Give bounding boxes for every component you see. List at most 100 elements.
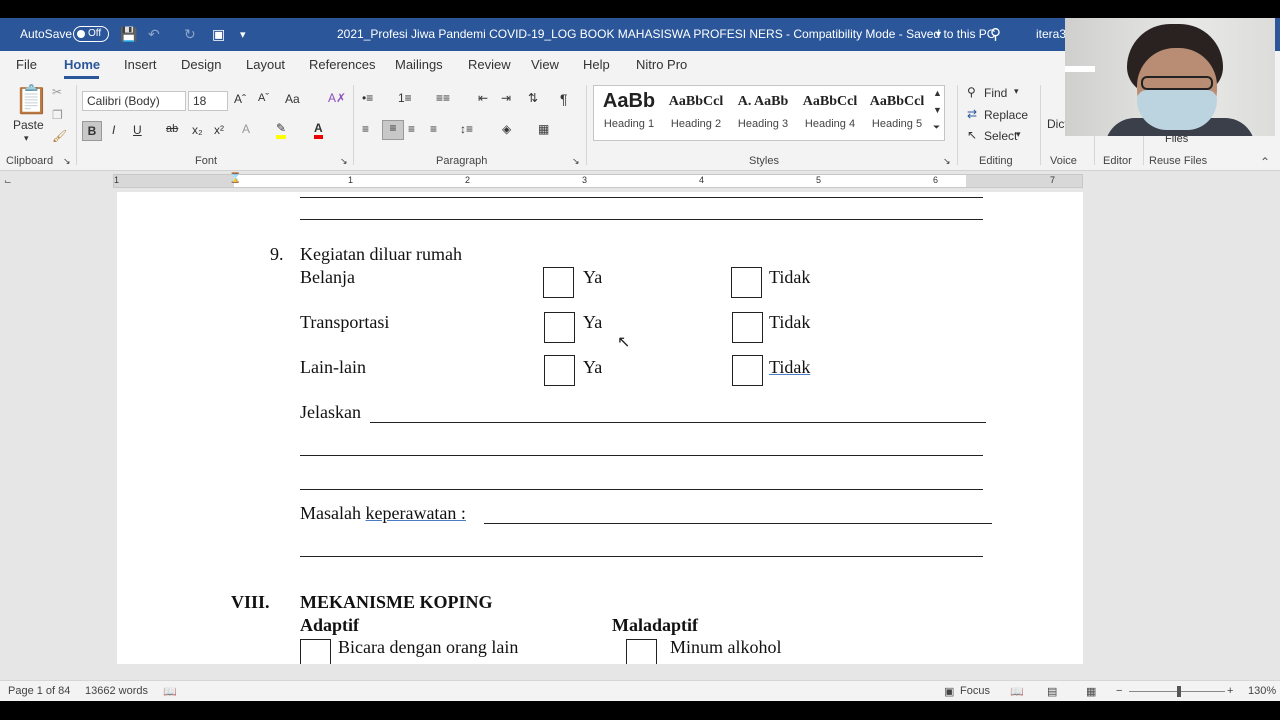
- borders-icon[interactable]: ▦: [538, 122, 549, 136]
- shrink-font-icon[interactable]: Aˇ: [258, 92, 269, 104]
- paste-icon[interactable]: 📋: [14, 83, 49, 116]
- focus-button[interactable]: Focus: [960, 685, 990, 697]
- read-mode-icon[interactable]: 📖: [1010, 685, 1024, 698]
- justify-icon[interactable]: ≡: [430, 122, 437, 136]
- select-chevron-icon[interactable]: ▾: [1016, 129, 1021, 140]
- user-name[interactable]: itera3: [1036, 27, 1066, 41]
- cut-icon[interactable]: ✂: [52, 85, 62, 99]
- find-icon[interactable]: ⚲: [967, 85, 976, 99]
- focus-icon[interactable]: ▣: [944, 685, 954, 698]
- tab-file[interactable]: File: [16, 57, 37, 72]
- tab-insert[interactable]: Insert: [124, 57, 157, 72]
- tab-help[interactable]: Help: [583, 57, 610, 72]
- font-name-select[interactable]: Calibri (Body): [82, 91, 186, 111]
- shading-icon[interactable]: ◈: [502, 122, 511, 136]
- find-button[interactable]: Find: [984, 86, 1007, 100]
- grow-font-icon[interactable]: Aˆ: [234, 92, 246, 106]
- change-case-button[interactable]: Aa: [285, 92, 300, 106]
- document-page[interactable]: 9. Kegiatan diluar rumah Belanja Ya Tida…: [117, 192, 1083, 664]
- select-icon[interactable]: ↖: [967, 128, 977, 142]
- customize-qat-icon[interactable]: ▾: [240, 28, 246, 41]
- page-count[interactable]: Page 1 of 84: [8, 685, 70, 697]
- font-size-select[interactable]: 18: [188, 91, 228, 111]
- tab-layout[interactable]: Layout: [246, 57, 285, 72]
- align-left-icon[interactable]: ≡: [362, 122, 369, 136]
- styles-more-icon[interactable]: ⏷: [933, 122, 940, 133]
- replace-button[interactable]: Replace: [984, 108, 1028, 122]
- save-icon[interactable]: 💾: [120, 26, 137, 43]
- decrease-indent-icon[interactable]: ⇤: [478, 91, 488, 105]
- style-heading-4[interactable]: AaBbCcl Heading 4: [797, 88, 863, 138]
- search-icon[interactable]: ⚲: [990, 25, 1001, 43]
- font-launcher-icon[interactable]: ↘: [340, 156, 348, 167]
- checkbox-ya[interactable]: [544, 355, 575, 386]
- tab-mailings[interactable]: Mailings: [395, 57, 443, 72]
- web-layout-icon[interactable]: ▦: [1086, 685, 1096, 698]
- checkbox-maladaptive[interactable]: [626, 639, 657, 664]
- superscript-button[interactable]: x²: [214, 123, 224, 137]
- replace-icon[interactable]: ⇄: [967, 107, 977, 121]
- checkbox-tidak[interactable]: [732, 355, 763, 386]
- sort-icon[interactable]: ⇅: [528, 91, 538, 105]
- print-layout-icon[interactable]: ▤: [1047, 685, 1057, 698]
- strikethrough-button[interactable]: ab: [166, 123, 178, 135]
- subscript-button[interactable]: x₂: [192, 123, 203, 137]
- style-heading-3[interactable]: A. AaBb Heading 3: [730, 88, 796, 138]
- tab-selector-icon[interactable]: ⌙: [4, 176, 12, 187]
- tab-design[interactable]: Design: [181, 57, 221, 72]
- word-count[interactable]: 13662 words: [85, 685, 148, 697]
- font-color-icon[interactable]: A: [314, 121, 323, 139]
- align-right-icon[interactable]: ≡: [408, 122, 415, 136]
- show-formatting-icon[interactable]: ¶: [560, 91, 568, 107]
- checkbox-ya[interactable]: [543, 267, 574, 298]
- paste-chevron-icon[interactable]: ▾: [24, 133, 29, 144]
- styles-scroll-up-icon[interactable]: ▲: [933, 88, 942, 98]
- autosave-toggle[interactable]: Off: [73, 26, 109, 42]
- copy-icon[interactable]: ❐: [52, 108, 63, 122]
- increase-indent-icon[interactable]: ⇥: [501, 91, 511, 105]
- touch-mode-icon[interactable]: ▣: [212, 26, 225, 43]
- title-chevron-down-icon[interactable]: ▼: [934, 29, 943, 39]
- tab-references[interactable]: References: [309, 57, 375, 72]
- redo-icon[interactable]: ↻: [184, 26, 196, 43]
- styles-scroll-down-icon[interactable]: ▼: [933, 105, 942, 115]
- style-heading-1[interactable]: AaBb Heading 1: [596, 88, 662, 138]
- paragraph-launcher-icon[interactable]: ↘: [572, 156, 580, 167]
- underline-button[interactable]: U: [133, 123, 142, 137]
- clear-formatting-icon[interactable]: A✗: [328, 91, 346, 105]
- numbering-icon[interactable]: 1≡: [398, 91, 412, 105]
- styles-launcher-icon[interactable]: ↘: [943, 156, 951, 167]
- zoom-slider-thumb[interactable]: [1177, 686, 1181, 697]
- collapse-ribbon-icon[interactable]: ⌃: [1260, 155, 1270, 169]
- align-center-icon[interactable]: ≡: [382, 120, 404, 140]
- tab-view[interactable]: View: [531, 57, 559, 72]
- tab-home[interactable]: Home: [64, 57, 100, 72]
- style-heading-2[interactable]: AaBbCcl Heading 2: [663, 88, 729, 138]
- clipboard-launcher-icon[interactable]: ↘: [63, 156, 71, 167]
- checkbox-tidak[interactable]: [732, 312, 763, 343]
- bullets-icon[interactable]: •≡: [362, 91, 373, 105]
- multilevel-list-icon[interactable]: ≡≡: [436, 91, 450, 105]
- select-button[interactable]: Select: [984, 129, 1017, 143]
- indent-marker-icon[interactable]: ⌛: [229, 173, 241, 184]
- undo-icon[interactable]: ↶: [148, 26, 160, 43]
- style-heading-5[interactable]: AaBbCcl Heading 5: [864, 88, 930, 138]
- proofing-icon[interactable]: 📖: [163, 685, 177, 698]
- zoom-in-icon[interactable]: +: [1227, 685, 1233, 697]
- italic-button[interactable]: I: [112, 123, 115, 137]
- horizontal-ruler[interactable]: 1 1 2 3 4 5 6 7 ⌛: [113, 173, 1083, 188]
- line-spacing-icon[interactable]: ↕≡: [460, 122, 473, 136]
- text-effects-icon[interactable]: A: [242, 122, 250, 136]
- zoom-level[interactable]: 130%: [1248, 685, 1276, 697]
- zoom-out-icon[interactable]: −: [1116, 685, 1122, 697]
- tab-nitro-pro[interactable]: Nitro Pro: [636, 57, 687, 72]
- format-painter-icon[interactable]: 🖌: [52, 129, 67, 143]
- bold-button[interactable]: B: [82, 121, 102, 141]
- checkbox-adaptive[interactable]: [300, 639, 331, 664]
- highlight-icon[interactable]: ✎: [276, 121, 287, 139]
- checkbox-ya[interactable]: [544, 312, 575, 343]
- tab-review[interactable]: Review: [468, 57, 511, 72]
- find-chevron-icon[interactable]: ▾: [1014, 86, 1019, 97]
- checkbox-tidak[interactable]: [731, 267, 762, 298]
- paste-button[interactable]: Paste: [13, 118, 44, 132]
